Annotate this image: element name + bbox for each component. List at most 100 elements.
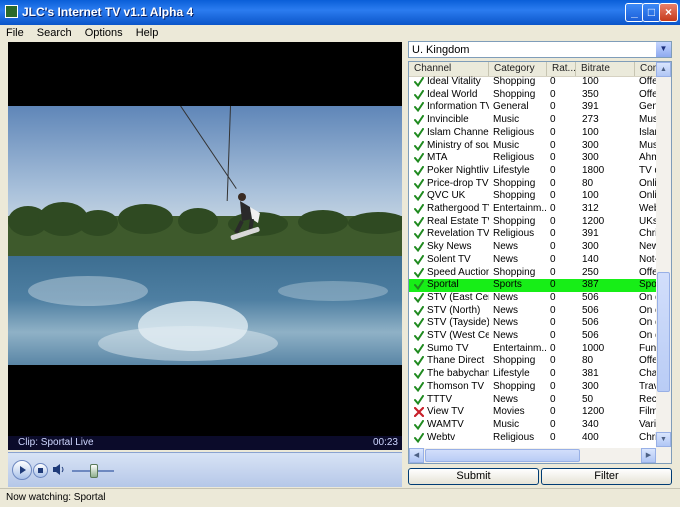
cell-name: Webtv (427, 431, 456, 443)
table-row[interactable]: Rathergood TV Entertainm... 0 312 Web (409, 203, 671, 216)
cell-rating: 0 (550, 126, 556, 138)
cell-rating: 0 (550, 355, 556, 367)
app-tv-icon (5, 5, 18, 18)
header-rating[interactable]: Rat... (547, 62, 576, 76)
cell-category: Religious (493, 152, 535, 164)
cell-rating: 0 (550, 406, 556, 418)
cell-bitrate: 1200 (582, 406, 605, 418)
table-row[interactable]: Invincible Music 0 273 Music (409, 114, 671, 127)
cell-rating: 0 (550, 152, 556, 164)
scroll-right-button[interactable]: ▶ (641, 448, 656, 463)
table-row[interactable]: Ideal Vitality Shopping 0 100 Offers (409, 76, 671, 89)
header-bitrate[interactable]: Bitrate (576, 62, 635, 76)
scroll-up-button[interactable]: ▲ (656, 62, 671, 77)
table-row[interactable]: Thane Direct Shopping 0 80 Offers (409, 355, 671, 368)
chevron-down-icon[interactable]: ▼ (656, 42, 671, 57)
cell-name: Sumo TV (427, 342, 469, 354)
table-row[interactable]: WAMTV Music 0 340 Variet (409, 419, 671, 432)
cell-bitrate: 391 (582, 228, 599, 240)
cell-name: Ideal Vitality (427, 76, 481, 87)
table-row[interactable]: Sky News News 0 300 News (409, 241, 671, 254)
volume-slider-thumb[interactable] (90, 464, 98, 478)
channel-list[interactable]: Channel Category Rat... Bitrate Comm Ide… (408, 61, 672, 464)
table-row[interactable]: STV (East Cen...News0506On de (409, 291, 671, 305)
player-controls (8, 452, 402, 487)
cell-category: Entertainm... (493, 342, 547, 354)
table-row[interactable]: Solent TV News 0 140 Not-fo (409, 254, 671, 267)
check-icon (414, 115, 424, 126)
window-title: JLC's Internet TV v1.1 Alpha 4 (22, 5, 194, 19)
cell-bitrate: 300 (582, 152, 599, 164)
cell-name: Speed Auction (427, 266, 489, 278)
cell-name: Thane Direct (427, 355, 485, 367)
cell-bitrate: 400 (582, 431, 599, 443)
table-row[interactable]: QVC UK Shopping 0 100 Online (409, 190, 671, 203)
cell-category: Shopping (493, 215, 536, 227)
cell-name: Information TV (427, 101, 489, 113)
vertical-scroll-thumb[interactable] (657, 272, 670, 392)
vertical-scrollbar[interactable]: ▲ ▼ (656, 62, 671, 463)
clip-label: Clip: Sportal Live (18, 437, 94, 448)
cell-name: MTA (427, 152, 448, 164)
check-icon (414, 369, 424, 380)
header-category[interactable]: Category (489, 62, 547, 76)
cell-name: Price-drop TV (427, 177, 489, 189)
table-row[interactable]: MTA Religious 0 300 Ahma (409, 152, 671, 165)
table-row[interactable]: Information TV General 0 391 Gene (409, 101, 671, 114)
check-icon (414, 331, 424, 341)
cell-bitrate: 300 (582, 241, 599, 253)
scroll-left-button[interactable]: ◀ (409, 448, 424, 463)
close-button[interactable]: × (659, 3, 678, 22)
title-bar[interactable]: JLC's Internet TV v1.1 Alpha 4 _ □ × (0, 0, 680, 25)
table-row[interactable]: STV (Tayside) News 0 506 On de (409, 317, 671, 330)
play-icon[interactable] (12, 460, 32, 480)
table-row[interactable]: Sportal Sports 0 387 Sport (409, 279, 671, 292)
table-row[interactable]: Sumo TV Entertainm... 0 1000 Funny (409, 342, 671, 356)
menu-options[interactable]: Options (81, 25, 127, 41)
table-row[interactable]: Islam Channel Religious 0 100 Islami (409, 126, 671, 140)
table-row[interactable]: Revelation TV Religious 0 391 Christ (409, 228, 671, 241)
check-icon (414, 204, 424, 214)
cell-category: Shopping (493, 88, 536, 100)
submit-button[interactable]: Submit (408, 468, 539, 485)
header-channel[interactable]: Channel (409, 62, 489, 76)
country-select[interactable]: U. Kingdom ▼ (408, 41, 672, 58)
menu-help[interactable]: Help (132, 25, 163, 41)
stop-icon[interactable] (33, 463, 48, 478)
cell-name: Ministry of sound (427, 139, 489, 151)
table-row[interactable]: Price-drop TV Shopping 0 80 Online (409, 177, 671, 191)
check-icon (414, 267, 424, 278)
table-row[interactable]: TTTV News 0 50 Reco (409, 394, 671, 407)
cell-name: Thomson TV (427, 380, 485, 392)
cell-category: News (493, 241, 519, 253)
table-row[interactable]: STV (North) News 0 506 On de (409, 304, 671, 318)
table-row[interactable]: Real Estate TV Shopping 0 1200 UKs c (409, 215, 671, 229)
table-row[interactable]: Thomson TV Shopping 0 300 Trave (409, 380, 671, 394)
table-row[interactable]: Speed Auction Shopping 0 250 Offers (409, 266, 671, 280)
cell-category: Shopping (493, 76, 536, 87)
scroll-down-button[interactable]: ▼ (656, 432, 671, 447)
table-row[interactable]: Ideal World Shopping 0 350 Offers (409, 88, 671, 102)
menu-file[interactable]: File (2, 25, 28, 41)
check-icon (414, 305, 424, 316)
country-select-value: U. Kingdom (412, 44, 470, 56)
video-player[interactable]: Clip: Sportal Live 00:23 (8, 42, 402, 450)
table-row[interactable]: Poker Nightlive Lifestyle 0 1800 TV de (409, 165, 671, 178)
cell-name: Islam Channel (427, 126, 489, 138)
cell-rating: 0 (550, 304, 556, 316)
horizontal-scrollbar[interactable]: ◀ ▶ (409, 448, 671, 463)
table-row[interactable]: Webtv Religious 0 400 Christ (409, 431, 671, 445)
cell-rating: 0 (550, 317, 556, 329)
cell-category: Entertainm... (493, 203, 547, 214)
table-row[interactable]: View TV Movies 0 1200 Film t (409, 406, 671, 419)
horizontal-scroll-thumb[interactable] (425, 449, 580, 462)
table-row[interactable]: The babychan...Lifestyle0381Chann (409, 368, 671, 381)
cell-category: News (493, 291, 519, 303)
filter-button[interactable]: Filter (541, 468, 672, 485)
table-row[interactable]: Ministry of soundMusic0300Music (409, 139, 671, 153)
table-row[interactable]: STV (West Ce...News0506On de (409, 330, 671, 343)
check-icon (414, 216, 424, 227)
cell-category: Shopping (493, 380, 536, 392)
menu-search[interactable]: Search (33, 25, 76, 41)
speaker-icon[interactable] (52, 463, 66, 476)
